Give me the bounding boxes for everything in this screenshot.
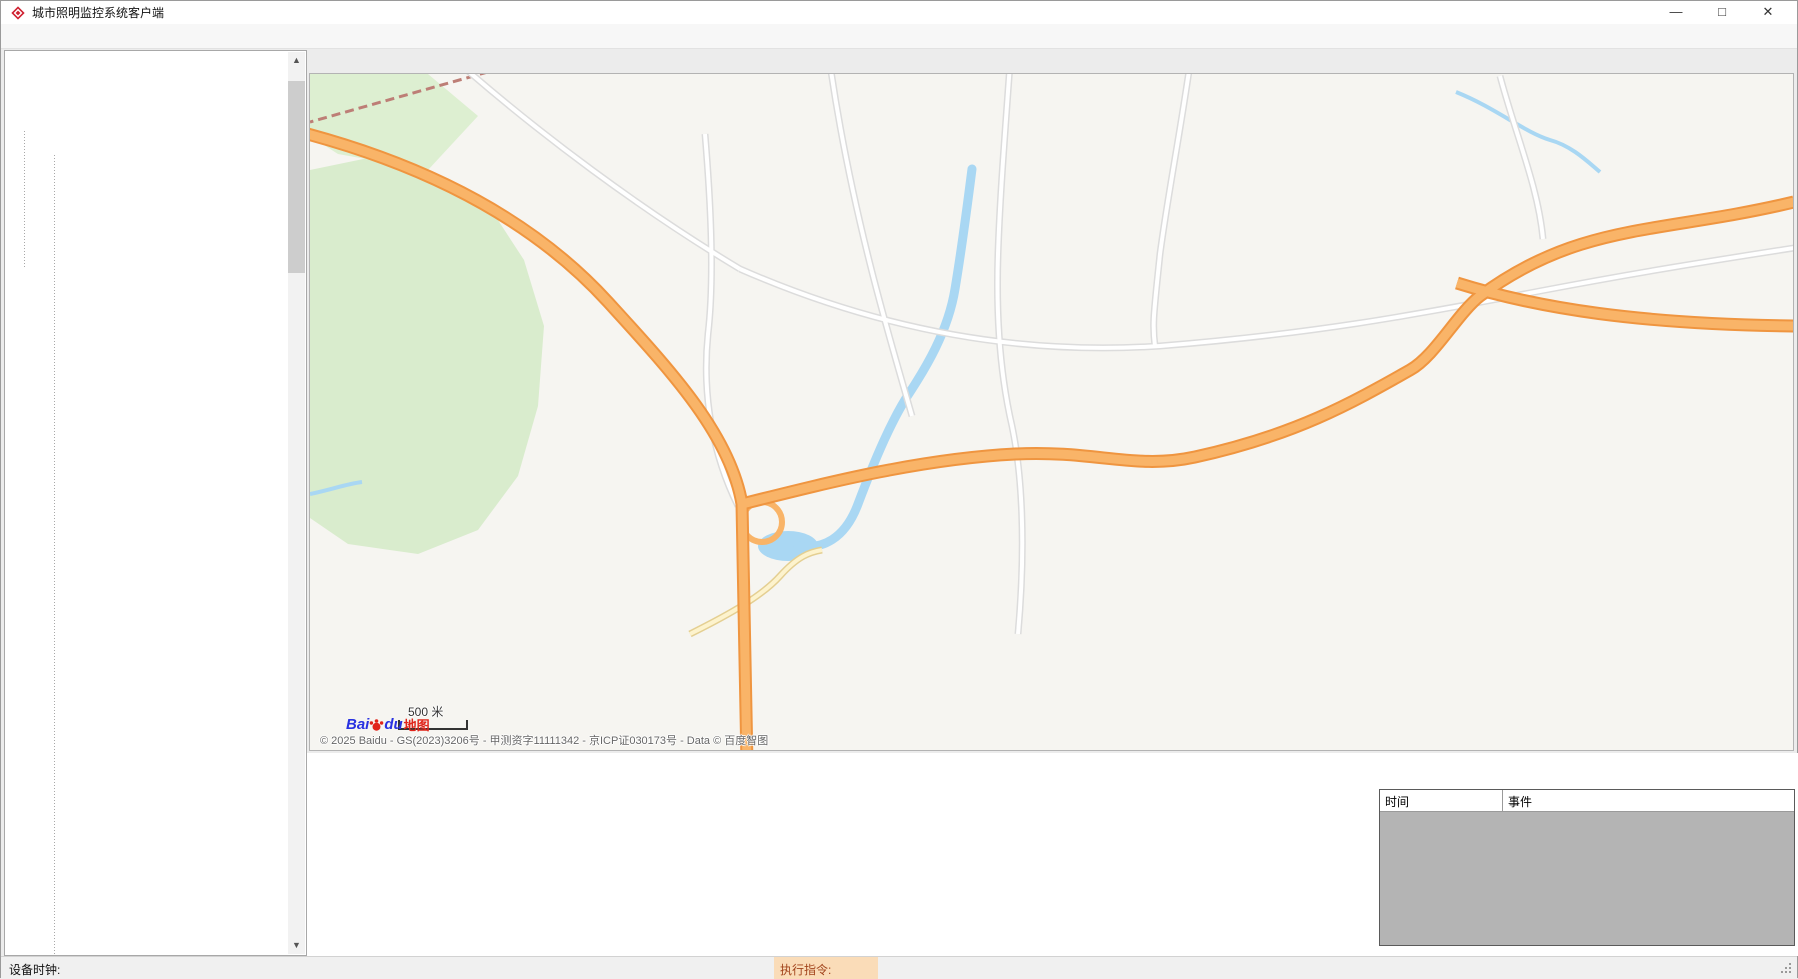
event-log-table[interactable]: 时间 事件 [1379,789,1795,946]
scroll-down-button[interactable]: ▼ [288,937,305,954]
logo-text: du [384,716,402,733]
maximize-button[interactable]: □ [1699,1,1745,24]
map-attribution: © 2025 Baidu - GS(2023)3206号 - 甲测资字11111… [320,732,768,748]
column-header-time: 时间 [1380,790,1502,811]
bottom-panel: 时间 事件 [307,753,1798,956]
map-view[interactable]: 500 米 Bai du 地图 © 2025 Baidu - GS(2023)3… [309,73,1794,751]
column-header-event: 事件 [1502,790,1794,811]
device-clock-label: 设备时钟: [9,961,60,978]
title-bar: 城市照明监控系统客户端 — □ ✕ [1,1,1797,24]
menu-bar [1,24,1797,49]
logo-text: Bai [346,716,369,733]
event-log-header: 时间 事件 [1380,790,1794,812]
tree-connector-line [54,155,55,956]
device-tree-panel: ▲ ▼ [4,50,307,956]
scroll-up-button[interactable]: ▲ [288,52,305,69]
scrollbar-thumb[interactable] [288,81,305,273]
app-window: { "window": {"title": "城市照明监控系统客户端", "mi… [0,0,1798,978]
status-bar: 设备时钟: 执行指令: [1,956,1797,979]
app-logo-icon [11,6,25,20]
minimize-button[interactable]: — [1653,1,1699,24]
tree-connector-line [24,131,25,269]
exec-command-label: 执行指令: [774,957,878,979]
close-button[interactable]: ✕ [1745,1,1791,24]
baidu-paw-icon [369,718,384,732]
resize-grip[interactable] [1789,971,1791,973]
map-base-layer [310,74,1794,751]
window-title: 城市照明监控系统客户端 [32,4,164,21]
tree-scrollbar[interactable]: ▲ ▼ [288,52,305,954]
